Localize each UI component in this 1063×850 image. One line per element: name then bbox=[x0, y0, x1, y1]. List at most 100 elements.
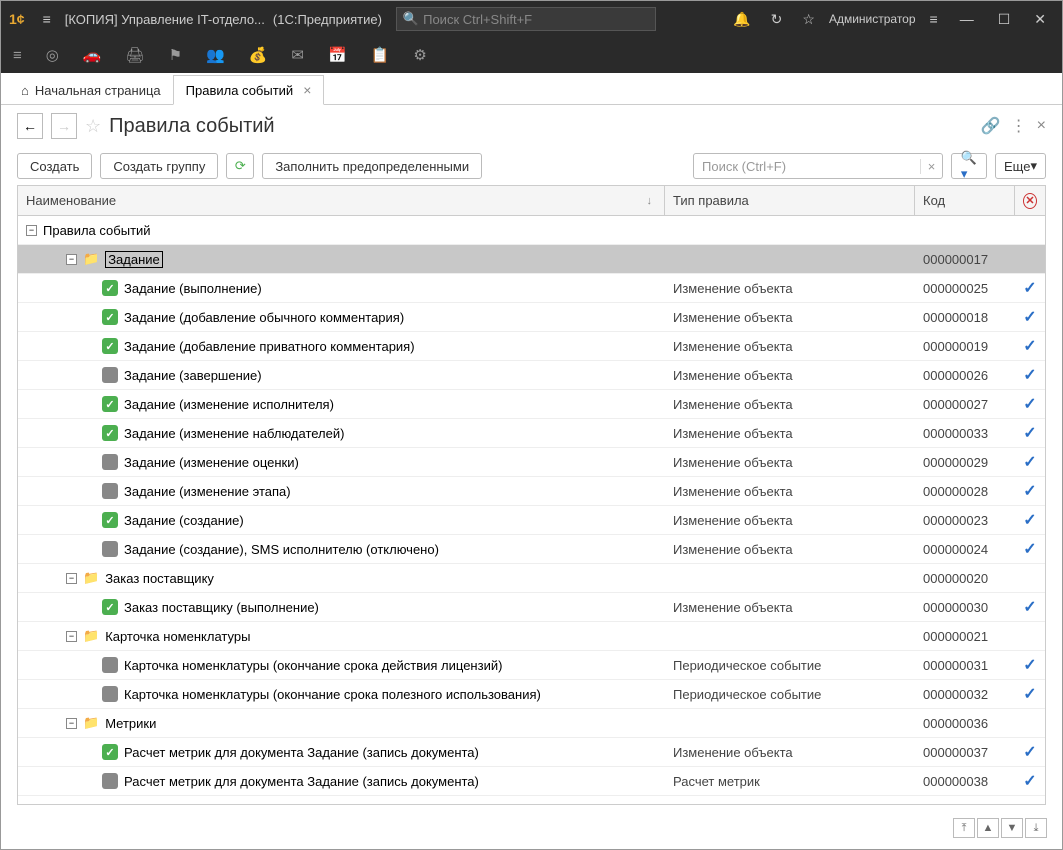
checkbox-icon[interactable] bbox=[102, 541, 118, 557]
checkbox-icon[interactable]: ✓ bbox=[102, 744, 118, 760]
fill-predefined-button[interactable]: Заполнить предопределенными bbox=[262, 153, 482, 179]
checkbox-icon[interactable]: ✓ bbox=[102, 599, 118, 615]
create-button[interactable]: Создать bbox=[17, 153, 92, 179]
search-button[interactable]: 🔍 ▾ bbox=[951, 153, 987, 179]
table-row[interactable]: ✓Заказ поставщику (выполнение)Изменение … bbox=[18, 593, 1045, 622]
search-clear-icon[interactable]: × bbox=[920, 159, 942, 174]
table-row[interactable]: ✓Задание (создание)Изменение объекта0000… bbox=[18, 506, 1045, 535]
check-icon: ✓ bbox=[1023, 510, 1036, 530]
table-row[interactable]: ✓Расчет метрик для документа Задание (за… bbox=[18, 738, 1045, 767]
platform-label: (1С:Предприятие) bbox=[273, 12, 382, 27]
table-row[interactable]: ✓Задание (изменение наблюдателей)Изменен… bbox=[18, 419, 1045, 448]
menu-icon[interactable]: ≡ bbox=[37, 11, 57, 27]
expand-icon[interactable]: − bbox=[66, 631, 77, 642]
checkbox-icon[interactable] bbox=[102, 657, 118, 673]
action-bar: Создать Создать группу ⟳ Заполнить предо… bbox=[1, 147, 1062, 185]
folder-icon: 📁 bbox=[83, 251, 99, 267]
sections-icon[interactable]: ≡ bbox=[13, 47, 22, 64]
lifebuoy-icon[interactable]: ◎ bbox=[46, 46, 59, 64]
gear-icon[interactable]: ⚙ bbox=[413, 46, 426, 64]
local-search[interactable]: × bbox=[693, 153, 943, 179]
docs-icon[interactable]: 📋 bbox=[371, 46, 390, 64]
col-name[interactable]: Наименование↓ bbox=[18, 186, 665, 215]
expand-icon[interactable]: − bbox=[66, 254, 77, 265]
table-header: Наименование↓ Тип правила Код ✕ bbox=[18, 186, 1045, 216]
mail-icon[interactable]: ✉ bbox=[291, 46, 304, 64]
more-vert-icon[interactable]: ⋮ bbox=[1011, 116, 1027, 136]
table-row[interactable]: Задание (изменение этапа)Изменение объек… bbox=[18, 477, 1045, 506]
print-icon[interactable]: 🖨 bbox=[126, 46, 145, 64]
checkbox-icon[interactable] bbox=[102, 686, 118, 702]
folder-icon: 📁 bbox=[83, 570, 99, 586]
link-icon[interactable]: 🔗 bbox=[981, 116, 1001, 136]
table-row[interactable]: −Правила событий bbox=[18, 216, 1045, 245]
table-row[interactable]: Карточка номенклатуры (окончание срока п… bbox=[18, 680, 1045, 709]
expand-icon[interactable]: − bbox=[26, 225, 37, 236]
checkbox-icon[interactable]: ✓ bbox=[102, 512, 118, 528]
table-row[interactable]: Задание (завершение)Изменение объекта000… bbox=[18, 361, 1045, 390]
history-icon[interactable]: ↻ bbox=[765, 11, 789, 28]
nav-first-button[interactable]: ⤒ bbox=[953, 818, 975, 838]
tab-rules[interactable]: Правила событий × bbox=[173, 75, 325, 105]
favorite-icon[interactable]: ☆ bbox=[85, 116, 101, 137]
close-page-icon[interactable]: × bbox=[1037, 117, 1046, 135]
checkbox-icon[interactable]: ✓ bbox=[102, 338, 118, 354]
checkbox-icon[interactable]: ✓ bbox=[102, 425, 118, 441]
table-row[interactable]: Расчет метрик для документа Задание (зап… bbox=[18, 767, 1045, 796]
table-row[interactable]: −📁Карточка номенклатуры000000021 bbox=[18, 622, 1045, 651]
global-search[interactable]: 🔍 Поиск Ctrl+Shift+F bbox=[396, 7, 656, 31]
car-icon[interactable]: 🚗 bbox=[83, 46, 102, 64]
tab-close-icon[interactable]: × bbox=[303, 82, 311, 98]
minimize-button[interactable]: — bbox=[952, 11, 982, 27]
nav-forward-button[interactable]: → bbox=[51, 113, 77, 139]
maximize-button[interactable]: ☐ bbox=[990, 11, 1019, 28]
nav-last-button[interactable]: ⤓ bbox=[1025, 818, 1047, 838]
user-label[interactable]: Администратор bbox=[829, 12, 916, 26]
users-icon[interactable]: 👥 bbox=[206, 46, 225, 64]
checkbox-icon[interactable] bbox=[102, 773, 118, 789]
table-row[interactable]: −📁Метрики000000036 bbox=[18, 709, 1045, 738]
table-row[interactable]: Карточка номенклатуры (окончание срока д… bbox=[18, 651, 1045, 680]
create-group-button[interactable]: Создать группу bbox=[100, 153, 218, 179]
table-row[interactable]: ✓ Задание (добавление приватного коммента… bbox=[18, 332, 1045, 361]
nav-up-button[interactable]: ▲ bbox=[977, 818, 999, 838]
checkbox-icon[interactable] bbox=[102, 367, 118, 383]
checkbox-icon[interactable]: ✓ bbox=[102, 396, 118, 412]
item-label: Карточка номенклатуры (окончание срока п… bbox=[124, 687, 541, 702]
tab-home-label: Начальная страница bbox=[35, 83, 161, 98]
checkbox-icon[interactable] bbox=[102, 454, 118, 470]
check-icon: ✓ bbox=[1023, 655, 1036, 675]
group-label: Метрики bbox=[105, 716, 156, 731]
checkbox-icon[interactable] bbox=[102, 483, 118, 499]
table-row[interactable]: −📁Заказ поставщику000000020 bbox=[18, 564, 1045, 593]
col-code[interactable]: Код bbox=[915, 186, 1015, 215]
check-icon: ✓ bbox=[1023, 684, 1036, 704]
refresh-button[interactable]: ⟳ bbox=[226, 153, 254, 179]
table-row[interactable]: ✓Задание (изменение исполнителя)Изменени… bbox=[18, 390, 1045, 419]
table-row[interactable]: Задание (создание), SMS исполнителю (отк… bbox=[18, 535, 1045, 564]
item-label: Задание (добавление приватного комментар… bbox=[124, 339, 415, 354]
col-type[interactable]: Тип правила bbox=[665, 186, 915, 215]
col-status[interactable]: ✕ bbox=[1015, 186, 1045, 215]
money-icon[interactable]: 💰 bbox=[249, 46, 268, 64]
table-row[interactable]: −📁Задание000000017 bbox=[18, 245, 1045, 274]
check-icon: ✓ bbox=[1023, 597, 1036, 617]
nav-back-button[interactable]: ← bbox=[17, 113, 43, 139]
more-button[interactable]: Еще ▾ bbox=[995, 153, 1046, 179]
checkbox-icon[interactable]: ✓ bbox=[102, 280, 118, 296]
close-button[interactable]: ✕ bbox=[1026, 11, 1054, 28]
calendar-icon[interactable]: 📅 bbox=[328, 46, 347, 64]
nav-down-button[interactable]: ▼ bbox=[1001, 818, 1023, 838]
table-row[interactable]: Задание (изменение оценки)Изменение объе… bbox=[18, 448, 1045, 477]
star-icon[interactable]: ☆ bbox=[796, 11, 821, 28]
settings-icon[interactable]: ≡ bbox=[924, 11, 944, 27]
table-row[interactable]: ✓Задание (выполнение)Изменение объекта00… bbox=[18, 274, 1045, 303]
table-row[interactable]: ✓Задание (добавление обычного комментари… bbox=[18, 303, 1045, 332]
flag-icon[interactable]: ⚑ bbox=[169, 46, 182, 64]
checkbox-icon[interactable]: ✓ bbox=[102, 309, 118, 325]
tab-home[interactable]: ⌂ Начальная страница bbox=[9, 77, 173, 104]
expand-icon[interactable]: − bbox=[66, 718, 77, 729]
local-search-input[interactable] bbox=[694, 159, 920, 174]
bell-icon[interactable]: 🔔 bbox=[727, 11, 756, 28]
expand-icon[interactable]: − bbox=[66, 573, 77, 584]
